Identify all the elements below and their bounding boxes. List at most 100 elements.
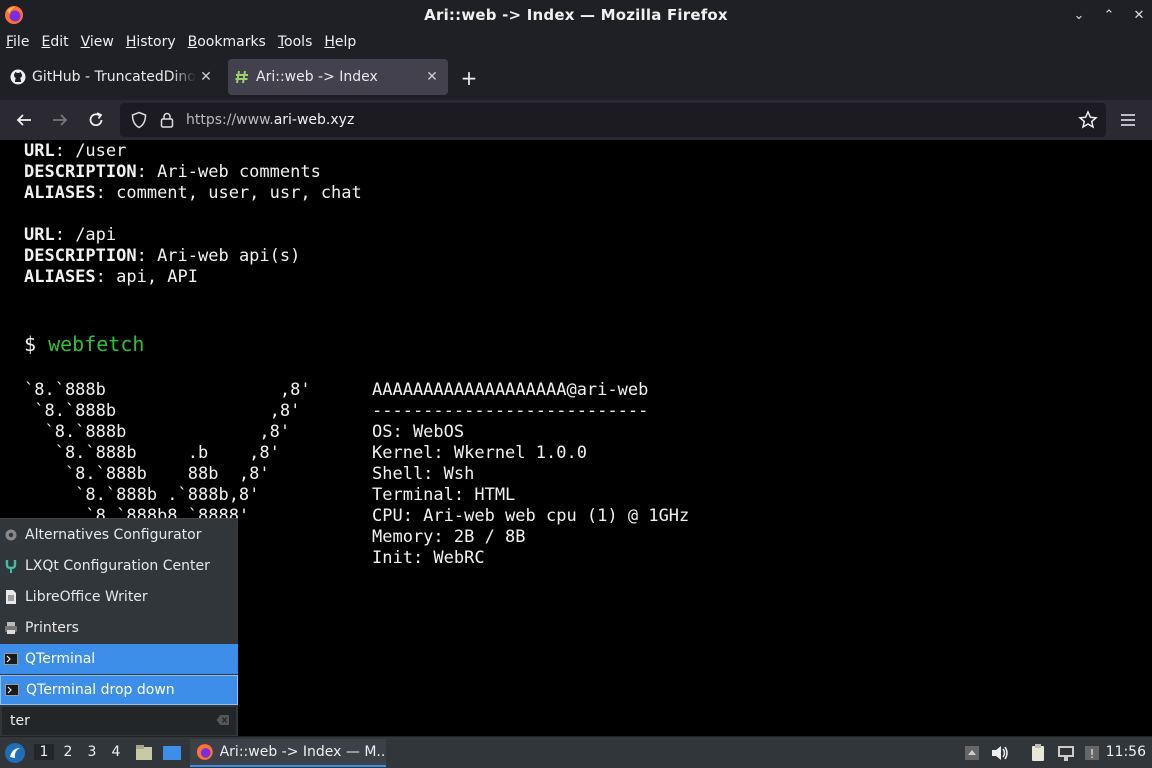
- menu-item-label: Alternatives Configurator: [25, 527, 202, 543]
- menu-item-label: QTerminal drop down: [26, 682, 175, 698]
- gear-icon: [4, 528, 18, 542]
- clock[interactable]: 11:56: [1106, 744, 1146, 760]
- menu-item-label: Printers: [25, 620, 79, 636]
- network-icon[interactable]: [1056, 743, 1076, 763]
- volume-icon[interactable]: [990, 743, 1010, 763]
- desktop-3-button[interactable]: 3: [82, 744, 102, 760]
- taskbar: 1 2 3 4 Ari::web -> Index — M... ! 11:56: [0, 736, 1152, 768]
- maximize-button[interactable]: ⌃: [1102, 8, 1116, 23]
- bookmark-star-icon[interactable]: [1078, 110, 1098, 130]
- entry-description-key: DESCRIPTION: [24, 162, 137, 182]
- minimize-button[interactable]: ⌄: [1072, 8, 1086, 23]
- url-text[interactable]: https://www.ari-web.xyz: [186, 112, 354, 128]
- show-desktop-icon[interactable]: [162, 743, 182, 763]
- menu-file[interactable]: File: [6, 34, 29, 50]
- menu-item-alternatives-configurator[interactable]: Alternatives Configurator: [0, 520, 238, 550]
- menu-item-libreoffice-writer[interactable]: LibreOffice Writer: [0, 582, 238, 612]
- entry-url-line: URL: /api: [24, 225, 116, 246]
- taskbar-task-label: Ari::web -> Index — M...: [219, 744, 386, 760]
- system-info: AAAAAAAAAAAAAAAAAAA@ari-web ------------…: [372, 380, 690, 568]
- github-icon: [10, 69, 26, 85]
- menu-history[interactable]: History: [126, 34, 176, 50]
- firefox-icon: [196, 744, 213, 760]
- launcher-search-input[interactable]: ter: [2, 707, 236, 735]
- tab-bar: GitHub - TruncatedDinosour ✕ Ari::web ->…: [0, 54, 1152, 100]
- window-title: Ari::web -> Index — Mozilla Firefox: [424, 6, 728, 24]
- url-domain: ari-web.xyz: [273, 112, 355, 128]
- arrow-left-icon: [16, 114, 31, 126]
- url-prefix: https://www.: [186, 112, 274, 128]
- back-button[interactable]: [12, 108, 36, 132]
- entry-url-key: URL: [24, 141, 55, 161]
- tab-github[interactable]: GitHub - TruncatedDinosour ✕: [4, 59, 222, 95]
- desktop-2-button[interactable]: 2: [58, 744, 78, 760]
- entry-url-value: : /api: [54, 225, 117, 245]
- printer-icon: [4, 621, 18, 635]
- prompt-symbol: $: [24, 332, 49, 356]
- entry-aliases-value: : comment, user, usr, chat: [95, 183, 362, 203]
- entry-aliases-line: ALIASES: comment, user, usr, chat: [24, 183, 362, 204]
- entry-aliases-key: ALIASES: [24, 183, 96, 203]
- close-window-button[interactable]: ✕: [1132, 8, 1146, 23]
- tab-github-close-button[interactable]: ✕: [196, 69, 216, 85]
- document-icon: [4, 590, 18, 604]
- notification-icon[interactable]: !: [1082, 743, 1102, 763]
- entry-description-value: : Ari-web api(s): [136, 246, 301, 266]
- settings-plug-icon: [4, 559, 18, 573]
- new-tab-button[interactable]: +: [459, 66, 479, 90]
- url-bar[interactable]: https://www.ari-web.xyz: [120, 103, 1106, 137]
- menu-tools[interactable]: Tools: [278, 34, 313, 50]
- reload-button[interactable]: [84, 108, 108, 132]
- desktop-4-button[interactable]: 4: [106, 744, 126, 760]
- entry-aliases-value: : api, API: [95, 267, 199, 287]
- menu-item-qterminal[interactable]: QTerminal: [0, 644, 238, 674]
- forward-button[interactable]: [48, 108, 72, 132]
- app-menu-button[interactable]: [1116, 108, 1140, 132]
- arrow-right-icon: [53, 114, 68, 126]
- entry-description-key: DESCRIPTION: [24, 246, 137, 266]
- clear-search-icon[interactable]: [216, 714, 230, 726]
- tab-ari-web[interactable]: Ari::web -> Index ✕: [228, 59, 448, 95]
- menu-view[interactable]: View: [81, 34, 114, 50]
- window-titlebar: Ari::web -> Index — Mozilla Firefox ⌄ ⌃ …: [0, 0, 1152, 30]
- entry-description-line: DESCRIPTION: Ari-web api(s): [24, 246, 300, 267]
- menu-edit[interactable]: Edit: [41, 34, 68, 50]
- menu-help[interactable]: Help: [324, 34, 356, 50]
- terminal-icon: [4, 652, 18, 666]
- entry-description-line: DESCRIPTION: Ari-web comments: [24, 162, 321, 183]
- lock-icon[interactable]: [160, 112, 174, 128]
- ascii-logo: `8.`888b ,8' `8.`888b ,8' `8.`888b ,8' `…: [24, 380, 311, 526]
- firefox-icon: [5, 6, 23, 24]
- reload-icon: [89, 112, 103, 127]
- taskbar-firefox-task[interactable]: Ari::web -> Index — M...: [190, 739, 386, 767]
- svg-text:!: !: [1090, 747, 1095, 761]
- terminal-icon: [5, 683, 19, 697]
- clipboard-icon[interactable]: [1028, 743, 1048, 763]
- launcher-search-value: ter: [10, 713, 30, 729]
- shell-prompt: $ webfetch: [24, 332, 144, 356]
- start-menu-icon[interactable]: [4, 742, 26, 764]
- hamburger-icon: [1121, 114, 1135, 126]
- hash-icon: [234, 69, 250, 85]
- tray-expand-icon[interactable]: [962, 743, 982, 763]
- entry-url-value: : /user: [54, 141, 127, 161]
- navigation-bar: https://www.ari-web.xyz: [0, 100, 1152, 140]
- menu-bookmarks[interactable]: Bookmarks: [188, 34, 266, 50]
- entry-description-value: : Ari-web comments: [136, 162, 321, 182]
- menu-item-lxqt-configuration-center[interactable]: LXQt Configuration Center: [0, 551, 238, 581]
- desktop-1-button[interactable]: 1: [34, 744, 54, 760]
- menu-item-label: LXQt Configuration Center: [25, 558, 210, 574]
- file-manager-icon[interactable]: [134, 743, 154, 763]
- menu-item-label: QTerminal: [25, 651, 96, 667]
- prompt-command: webfetch: [48, 332, 145, 356]
- tab-ari-web-close-button[interactable]: ✕: [422, 69, 442, 85]
- menu-item-qterminal-drop-down[interactable]: QTerminal drop down: [0, 675, 238, 705]
- shield-icon[interactable]: [130, 111, 148, 129]
- entry-aliases-key: ALIASES: [24, 267, 96, 287]
- entry-url-line: URL: /user: [24, 141, 126, 162]
- app-launcher-menu: Alternatives Configurator LXQt Configura…: [0, 518, 238, 736]
- menu-item-printers[interactable]: Printers: [0, 613, 238, 643]
- menu-bar: File Edit View History Bookmarks Tools H…: [0, 30, 1152, 54]
- tab-github-label: GitHub - TruncatedDinosour: [32, 69, 196, 85]
- entry-aliases-line: ALIASES: api, API: [24, 267, 198, 288]
